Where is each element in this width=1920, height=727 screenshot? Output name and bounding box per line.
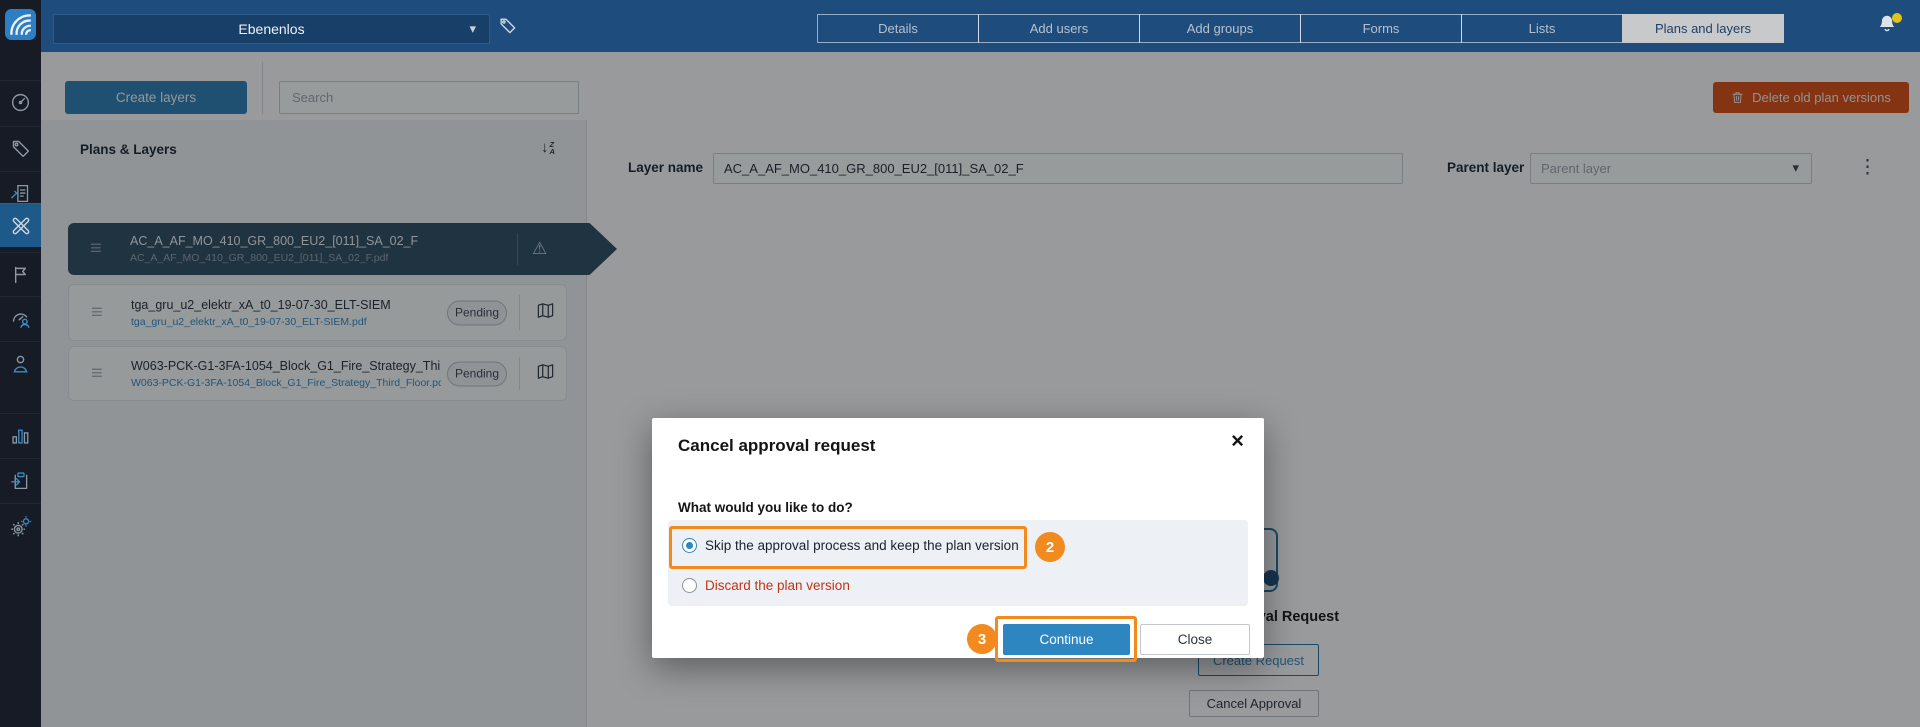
project-selector-dropdown[interactable]: Ebenenlos ▾ <box>53 14 490 44</box>
radio-selected[interactable] <box>682 538 697 553</box>
tab-details[interactable]: Details <box>817 14 979 43</box>
close-button[interactable]: Close <box>1140 624 1250 655</box>
clipboard-arrow-icon <box>10 470 31 491</box>
option-label: Skip the approval process and keep the p… <box>705 538 1019 553</box>
continue-button[interactable]: Continue <box>1003 624 1130 655</box>
sidebar-item-flags[interactable] <box>0 252 41 296</box>
option-label: Discard the plan version <box>705 578 850 593</box>
notifications-button[interactable] <box>1876 13 1902 39</box>
gauge-user-icon <box>10 308 31 329</box>
notification-dot <box>1892 13 1902 23</box>
app-logo[interactable] <box>5 9 36 40</box>
option-discard-version[interactable]: Discard the plan version <box>668 568 1248 604</box>
tag-icon <box>498 16 517 35</box>
bar-chart-icon <box>10 425 31 446</box>
user-icon <box>10 353 31 374</box>
gauge-icon <box>10 92 31 113</box>
sidebar-item-plans-and-layers[interactable] <box>0 203 41 247</box>
section-tabs: Details Add users Add groups Forms Lists… <box>817 14 1784 43</box>
dialog-title: Cancel approval request <box>678 436 875 456</box>
options-panel: Skip the approval process and keep the p… <box>668 520 1248 606</box>
annotation-step3-badge: 3 <box>967 624 997 654</box>
tag-icon <box>10 138 31 159</box>
sidebar-item-users[interactable] <box>0 341 41 385</box>
tab-lists[interactable]: Lists <box>1461 14 1623 43</box>
tab-forms[interactable]: Forms <box>1300 14 1462 43</box>
ruler-pencil-icon <box>10 215 32 237</box>
gears-icon <box>10 515 32 537</box>
annotation-step2-badge: 2 <box>1035 532 1065 562</box>
tag-button[interactable] <box>498 16 517 40</box>
cancel-approval-request-dialog: Cancel approval request × What would you… <box>652 418 1264 658</box>
tab-plans-and-layers[interactable]: Plans and layers <box>1622 14 1784 43</box>
top-navigation-bar: Ebenenlos ▾ Details Add users Add groups… <box>41 0 1920 52</box>
option-skip-approval[interactable]: Skip the approval process and keep the p… <box>668 528 1248 564</box>
sidebar-item-tags[interactable] <box>0 126 41 170</box>
flag-icon <box>10 264 31 285</box>
radio-unselected[interactable] <box>682 578 697 593</box>
document-stamp-icon <box>10 183 31 204</box>
chevron-down-icon: ▾ <box>469 21 476 37</box>
app-window: Ebenenlos ▾ Details Add users Add groups… <box>0 0 1920 727</box>
dialog-question: What would you like to do? <box>678 500 853 515</box>
tab-add-groups[interactable]: Add groups <box>1139 14 1301 43</box>
sidebar-nav <box>0 0 41 727</box>
sidebar-item-dashboard[interactable] <box>0 80 41 124</box>
close-icon[interactable]: × <box>1231 428 1244 454</box>
sidebar-item-clipboard-transfer[interactable] <box>0 458 41 502</box>
content-area: Create layers Delete old plan versions P… <box>41 52 1920 727</box>
tab-add-users[interactable]: Add users <box>978 14 1140 43</box>
sidebar-item-settings[interactable] <box>0 503 41 547</box>
project-selector-value: Ebenenlos <box>238 21 304 37</box>
sidebar-item-performance[interactable] <box>0 296 41 340</box>
logo-swirl-icon <box>5 9 36 40</box>
sidebar-item-reports[interactable] <box>0 413 41 457</box>
